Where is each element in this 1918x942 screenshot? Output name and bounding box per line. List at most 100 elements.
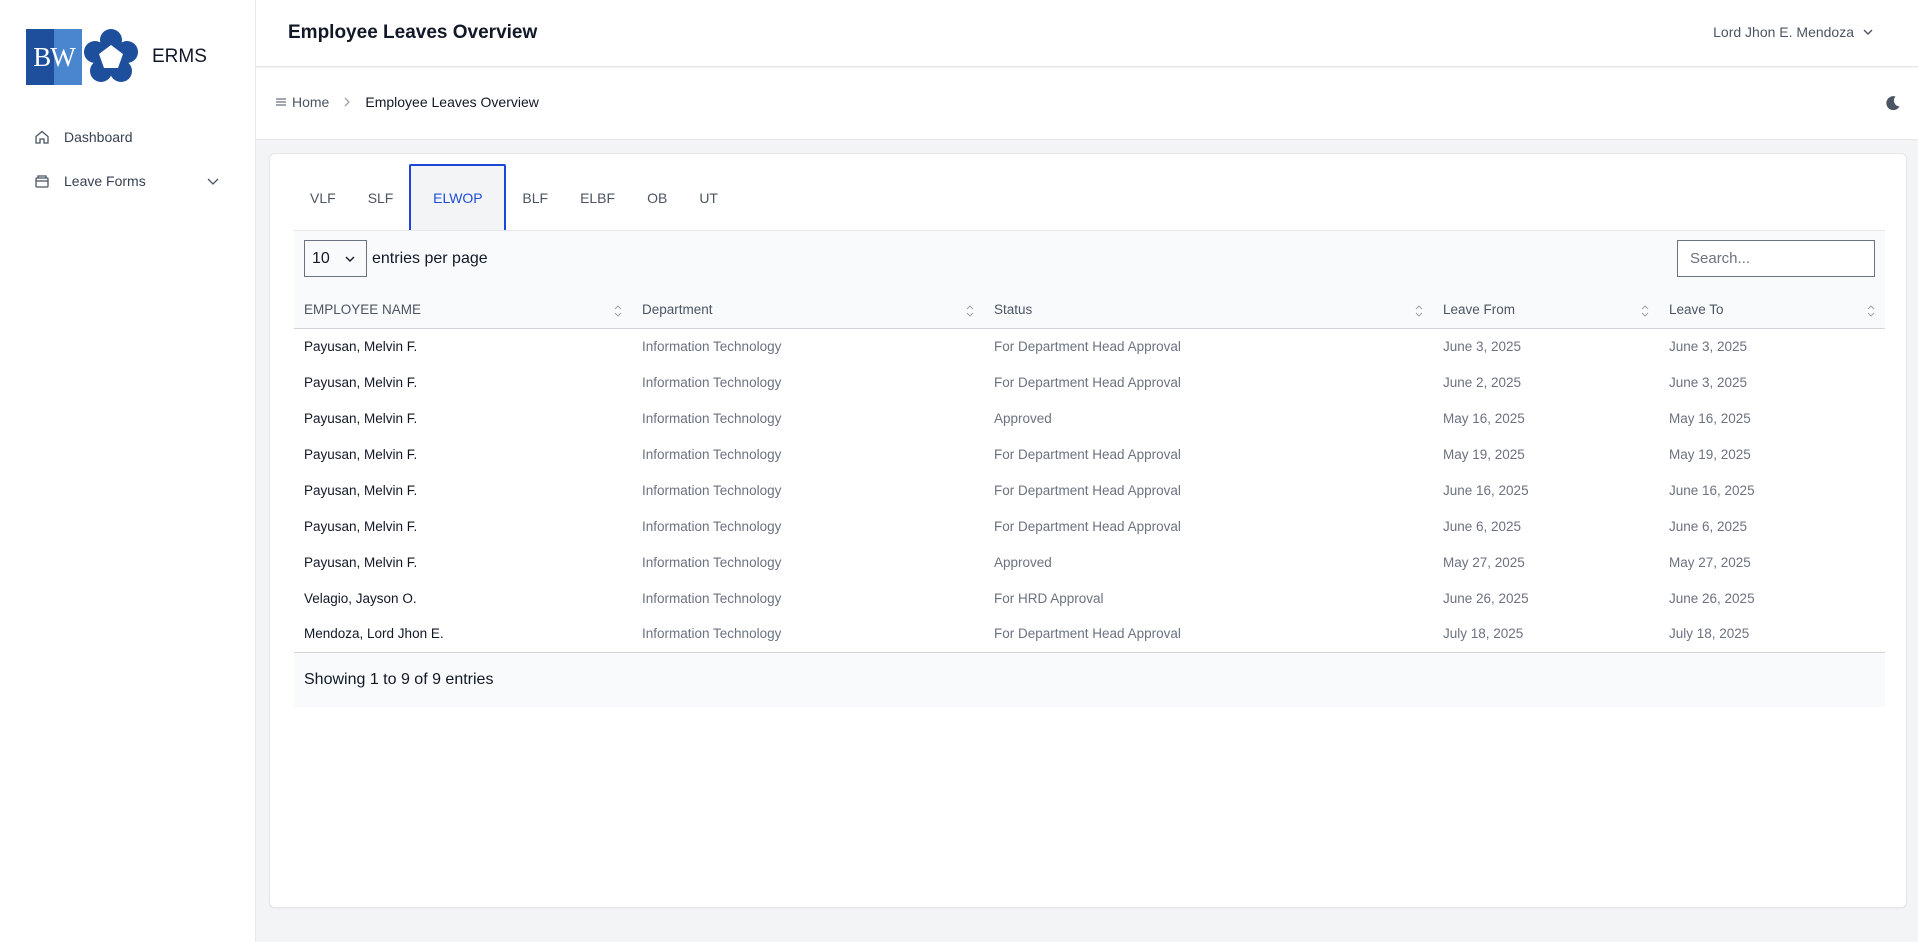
column-header-leave-to[interactable]: Leave To [1659, 292, 1885, 328]
user-menu[interactable]: Lord Jhon E. Mendoza [1713, 24, 1874, 40]
cell-employee-name: Payusan, Melvin F. [304, 374, 418, 390]
cell-employee-name: Payusan, Melvin F. [304, 482, 418, 498]
cell-status: For Department Head Approval [994, 626, 1181, 642]
entries-per-page: 10 entries per page [304, 240, 488, 277]
entries-summary: Showing 1 to 9 of 9 entries [304, 670, 494, 688]
chevron-right-icon [344, 97, 351, 107]
table-row[interactable]: Payusan, Melvin F. Information Technolog… [294, 544, 1885, 580]
breadcrumb-home[interactable]: Home [292, 94, 329, 110]
cell-employee-name: Payusan, Melvin F. [304, 410, 418, 426]
chevron-down-icon [207, 178, 219, 185]
cell-leave-to: June 3, 2025 [1669, 338, 1748, 354]
sort-icon [1415, 305, 1423, 317]
cell-leave-from: June 26, 2025 [1443, 590, 1529, 606]
tab-slf[interactable]: SLF [352, 172, 410, 224]
brand[interactable]: BW ERMS [26, 28, 207, 86]
table-row[interactable]: Payusan, Melvin F. Information Technolog… [294, 508, 1885, 544]
cell-employee-name: Payusan, Melvin F. [304, 518, 418, 534]
flower-logo-icon [84, 29, 138, 82]
cell-leave-to: June 6, 2025 [1669, 518, 1748, 534]
table-row[interactable]: Payusan, Melvin F. Information Technolog… [294, 436, 1885, 472]
cell-leave-from: July 18, 2025 [1443, 626, 1524, 642]
cell-leave-to: June 16, 2025 [1669, 482, 1755, 498]
cell-department: Information Technology [642, 482, 782, 498]
cell-leave-to: July 18, 2025 [1669, 626, 1750, 642]
table-footer: Showing 1 to 9 of 9 entries [294, 652, 1885, 707]
cell-status: For Department Head Approval [994, 338, 1181, 354]
sidebar-item-label: Dashboard [64, 129, 133, 145]
cell-employee-name: Mendoza, Lord Jhon E. [304, 626, 444, 642]
table-row[interactable]: Payusan, Melvin F. Information Technolog… [294, 364, 1885, 400]
cell-employee-name: Payusan, Melvin F. [304, 554, 418, 570]
column-header-employee-name[interactable]: EMPLOYEE NAME [294, 292, 632, 328]
cell-leave-from: June 2, 2025 [1443, 374, 1522, 390]
table-row[interactable]: Velagio, Jayson O. Information Technolog… [294, 580, 1885, 616]
column-header-status[interactable]: Status [984, 292, 1433, 328]
table-row[interactable]: Payusan, Melvin F. Information Technolog… [294, 472, 1885, 508]
per-page-select[interactable]: 10 [304, 240, 367, 277]
sidebar-item-leave-forms[interactable]: Leave Forms [0, 166, 256, 196]
menu-icon[interactable] [274, 95, 288, 109]
per-page-label: entries per page [372, 249, 488, 267]
folder-icon [35, 175, 49, 188]
table-row[interactable]: Mendoza, Lord Jhon E. Information Techno… [294, 616, 1885, 652]
tab-elwop[interactable]: ELWOP [409, 164, 507, 232]
sort-icon [1867, 305, 1875, 317]
per-page-value: 10 [312, 249, 330, 267]
breadcrumb-bar: Home Employee Leaves Overview [256, 68, 1918, 140]
cell-department: Information Technology [642, 374, 782, 390]
cell-employee-name: Velagio, Jayson O. [304, 590, 417, 606]
tab-vlf[interactable]: VLF [294, 172, 352, 224]
user-name: Lord Jhon E. Mendoza [1713, 24, 1854, 40]
home-icon [35, 130, 49, 144]
cell-employee-name: Payusan, Melvin F. [304, 338, 418, 354]
cell-department: Information Technology [642, 518, 782, 534]
tab-ob[interactable]: OB [631, 172, 683, 224]
table-toolbar: 10 entries per page [294, 230, 1885, 292]
sidebar: BW ERMS Dashboard Leave Forms [0, 0, 256, 942]
tab-blf[interactable]: BLF [506, 172, 564, 224]
moon-icon[interactable] [1884, 94, 1902, 112]
cell-leave-from: June 6, 2025 [1443, 518, 1522, 534]
column-header-leave-from[interactable]: Leave From [1433, 292, 1659, 328]
leaves-table-wrapper: 10 entries per page EMPLOYEE NAME Depart… [294, 230, 1885, 707]
breadcrumb: Home Employee Leaves Overview [274, 94, 539, 110]
cell-leave-to: June 26, 2025 [1669, 590, 1755, 606]
bw-logo: BW [26, 29, 82, 85]
cell-status: For Department Head Approval [994, 446, 1181, 462]
leaves-table: EMPLOYEE NAME Department Status Leave Fr… [294, 292, 1885, 653]
cell-leave-from: June 16, 2025 [1443, 482, 1529, 498]
cell-leave-to: June 3, 2025 [1669, 374, 1748, 390]
tab-ut[interactable]: UT [683, 172, 734, 224]
cell-leave-to: May 16, 2025 [1669, 410, 1751, 426]
cell-status: Approved [994, 410, 1052, 426]
cell-status: For HRD Approval [994, 590, 1104, 606]
sidebar-nav: Dashboard Leave Forms [0, 122, 256, 210]
cell-leave-from: May 16, 2025 [1443, 410, 1525, 426]
cell-status: For Department Head Approval [994, 482, 1181, 498]
leave-type-tabs: VLF SLF ELWOP BLF ELBF OB UT [294, 164, 734, 232]
cell-department: Information Technology [642, 626, 782, 642]
sort-icon [1641, 305, 1649, 317]
sort-icon [614, 305, 622, 317]
cell-department: Information Technology [642, 446, 782, 462]
cell-leave-from: May 19, 2025 [1443, 446, 1525, 462]
breadcrumb-current: Employee Leaves Overview [365, 94, 539, 110]
page-title: Employee Leaves Overview [288, 22, 538, 43]
cell-department: Information Technology [642, 410, 782, 426]
tab-elbf[interactable]: ELBF [564, 172, 631, 224]
sidebar-item-label: Leave Forms [64, 173, 146, 189]
column-header-department[interactable]: Department [632, 292, 984, 328]
table-row[interactable]: Payusan, Melvin F. Information Technolog… [294, 328, 1885, 364]
cell-employee-name: Payusan, Melvin F. [304, 446, 418, 462]
sidebar-item-dashboard[interactable]: Dashboard [0, 122, 256, 152]
cell-status: For Department Head Approval [994, 374, 1181, 390]
cell-status: Approved [994, 554, 1052, 570]
top-header: Employee Leaves Overview Lord Jhon E. Me… [256, 0, 1918, 67]
cell-department: Information Technology [642, 338, 782, 354]
sort-icon [966, 305, 974, 317]
table-row[interactable]: Payusan, Melvin F. Information Technolog… [294, 400, 1885, 436]
search-input[interactable] [1677, 240, 1875, 277]
cell-leave-to: May 19, 2025 [1669, 446, 1751, 462]
app-name: ERMS [152, 46, 207, 67]
